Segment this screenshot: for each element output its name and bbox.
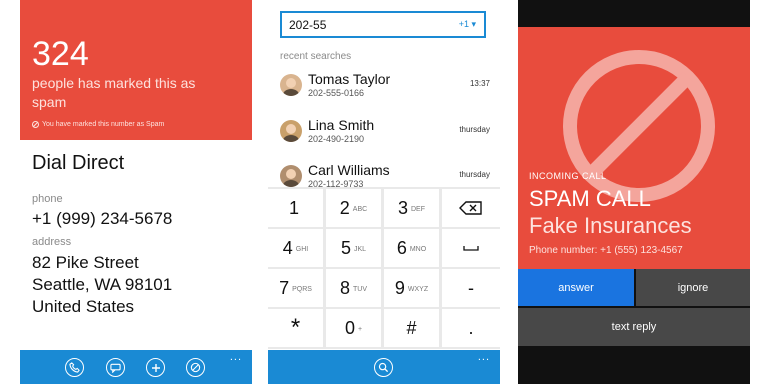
contact-number: 202-555-0166: [308, 88, 365, 98]
message-icon[interactable]: [106, 358, 125, 377]
phone-icon[interactable]: [65, 358, 84, 377]
add-icon[interactable]: [146, 358, 165, 377]
space-key[interactable]: [442, 229, 500, 267]
key-3[interactable]: 3 DEF: [384, 189, 439, 227]
spam-call-title: SPAM CALL: [529, 186, 651, 211]
key-digit: 1: [288, 197, 299, 218]
address-line3[interactable]: United States: [32, 296, 134, 317]
marked-note: You have marked this number as Spam: [32, 120, 164, 129]
spam-text: people has marked this as spam: [32, 75, 196, 110]
key-8[interactable]: 8 TUV: [326, 269, 381, 307]
key-letters: WXYZ: [407, 286, 429, 293]
contact-name: Tomas Taylor: [308, 71, 391, 87]
ignore-button[interactable]: ignore: [636, 269, 750, 306]
key-9[interactable]: 9 WXYZ: [384, 269, 439, 307]
recent-label: recent searches: [280, 51, 352, 62]
key-1[interactable]: 1: [268, 189, 323, 227]
dialer-screen: 202-55 +1 ▾ recent searches Tomas Taylor…: [268, 0, 500, 384]
key-2[interactable]: 2 ABC: [326, 189, 381, 227]
block-icon[interactable]: [186, 358, 205, 377]
key-letters: MNO: [409, 246, 427, 253]
key-digit: 3: [397, 197, 408, 218]
key-digit: -: [468, 277, 474, 298]
key-digit: 9: [394, 277, 405, 298]
contact-screen: 324 people has marked this as spam You h…: [20, 0, 252, 384]
key-letters: TUV: [353, 286, 367, 293]
key-digit: 0: [344, 317, 355, 338]
country-code-label: +1: [458, 19, 469, 29]
key-digit: 8: [339, 277, 350, 298]
bottom-area: [518, 346, 750, 384]
more-icon[interactable]: ...: [230, 351, 242, 363]
avatar: [280, 74, 302, 96]
key-digit: #: [406, 317, 417, 338]
dot-key[interactable]: .: [442, 309, 500, 347]
key-digit: 6: [396, 237, 407, 258]
spam-count: 324: [32, 35, 89, 73]
contact-name: Lina Smith: [308, 117, 375, 133]
timestamp: thursday: [459, 125, 490, 134]
phone-value[interactable]: +1 (999) 234-5678: [32, 208, 172, 229]
space-icon: [463, 246, 479, 251]
contact-name: Dial Direct: [32, 152, 125, 174]
key-0[interactable]: 0 +: [326, 309, 381, 347]
key-7[interactable]: 7 PQRS: [268, 269, 323, 307]
avatar: [280, 165, 302, 187]
contact-number: 202-490-2190: [308, 134, 365, 144]
key-letters: GHI: [295, 246, 309, 253]
key-letters: PQRS: [292, 286, 312, 293]
search-input[interactable]: 202-55 +1 ▾: [280, 11, 486, 38]
address-line2[interactable]: Seattle, WA 98101: [32, 274, 172, 295]
key-letters: DEF: [411, 206, 425, 213]
dash-key[interactable]: -: [442, 269, 500, 307]
spam-banner: 324 people has marked this as spam You h…: [20, 0, 252, 140]
key-digit: 2: [339, 197, 350, 218]
key-letters: JKL: [353, 246, 367, 253]
country-code-select[interactable]: +1 ▾: [459, 19, 476, 30]
more-icon[interactable]: ...: [478, 351, 490, 363]
key-5[interactable]: 5 JKL: [326, 229, 381, 267]
list-item[interactable]: Tomas Taylor 202-555-0166 13:37: [280, 71, 490, 111]
app-bar: ...: [268, 350, 500, 384]
key-digit: .: [468, 317, 474, 338]
key-digit: *: [290, 314, 301, 341]
list-item[interactable]: Lina Smith 202-490-2190 thursday: [280, 117, 490, 157]
caller-number: Phone number: +1 (555) 123-4567: [529, 245, 683, 256]
key-digit: 4: [282, 237, 293, 258]
search-icon[interactable]: [374, 358, 393, 377]
timestamp: thursday: [459, 170, 490, 179]
marked-note-text: You have marked this number as Spam: [42, 121, 165, 128]
keypad: 1 2 ABC 3 DEF 4 GHI 5 JKL 6 MNO 7 PQRS 8 TUV 9W…: [268, 187, 500, 349]
caller-name: Fake Insurances: [529, 213, 692, 238]
incoming-call-screen: INCOMING CALL SPAM CALL Fake Insurances …: [518, 0, 750, 384]
text-reply-button[interactable]: text reply: [518, 308, 750, 346]
chevron-down-icon: ▾: [471, 19, 476, 29]
phone-label: phone: [32, 193, 63, 205]
key-letters: +: [357, 326, 363, 333]
search-value: 202-55: [289, 18, 327, 32]
key-hash[interactable]: #: [384, 309, 439, 347]
address-label: address: [32, 236, 72, 248]
spam-call-panel: INCOMING CALL SPAM CALL Fake Insurances …: [518, 27, 750, 269]
backspace-key[interactable]: [442, 189, 500, 227]
backspace-icon: [459, 201, 482, 215]
key-digit: 7: [279, 277, 290, 298]
key-4[interactable]: 4 GHI: [268, 229, 323, 267]
contact-name: Carl Williams: [308, 162, 390, 178]
avatar: [280, 120, 302, 142]
address-line1[interactable]: 82 Pike Street: [32, 252, 139, 273]
timestamp: 13:37: [469, 79, 490, 88]
key-letters: ABC: [352, 206, 368, 213]
answer-button[interactable]: answer: [518, 269, 634, 306]
key-6[interactable]: 6 MNO: [384, 229, 439, 267]
status-area: [518, 0, 750, 27]
key-star[interactable]: *: [268, 309, 323, 347]
incoming-call-label: INCOMING CALL: [529, 171, 607, 181]
app-bar: ...: [20, 350, 252, 384]
key-digit: 5: [340, 237, 351, 258]
block-icon: [32, 121, 39, 128]
